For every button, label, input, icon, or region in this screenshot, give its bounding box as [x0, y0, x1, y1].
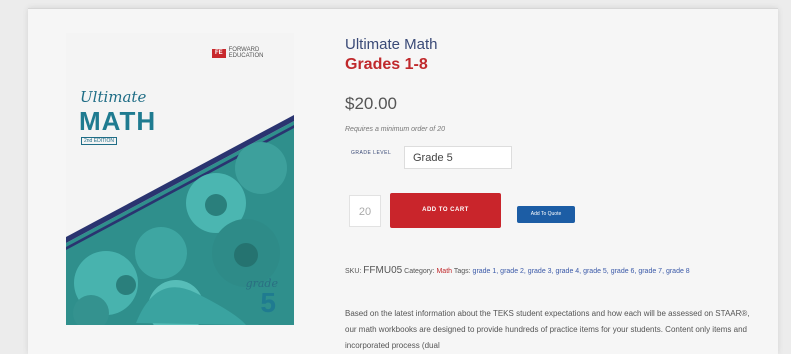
sku-value: FFMU05: [363, 265, 403, 276]
add-to-quote-button[interactable]: Add To Quote: [517, 206, 575, 223]
publisher-logo: FE FORWARD EDUCATION: [212, 47, 294, 59]
product-price: $20.00: [345, 94, 397, 113]
category-label: Category:: [404, 268, 435, 275]
grade-level-label: GRADE LEVEL: [351, 150, 392, 156]
cover-math-text: MATH: [79, 106, 157, 136]
product-subtitle: Grades 1-8: [345, 56, 428, 73]
cover-grade-number: 5: [260, 287, 276, 318]
tags-label: Tags:: [453, 268, 471, 275]
cover-ultimate-text: Ultimate: [80, 88, 147, 106]
product-title: Ultimate Math: [345, 36, 438, 53]
sku-label: SKU:: [345, 268, 362, 275]
product-meta: SKU: FFMU05 Category: Math Tags: grade 1…: [345, 265, 760, 278]
publisher-logo-mark: FE: [212, 48, 226, 58]
tags-links[interactable]: grade 1, grade 2, grade 3, grade 4, grad…: [473, 268, 690, 275]
publisher-name: FORWARD EDUCATION: [228, 47, 264, 59]
add-to-cart-button[interactable]: ADD TO CART: [390, 193, 501, 228]
grade-level-select[interactable]: Grade 5: [404, 146, 512, 169]
category-link[interactable]: Math: [436, 268, 452, 275]
book-cover-image[interactable]: FE FORWARD EDUCATION Ultimate MATH 2nd E…: [66, 33, 294, 325]
cover-edition-badge: 2nd EDITION: [81, 137, 118, 145]
minimum-order-note: Requires a minimum order of 20: [345, 126, 445, 133]
product-description: Based on the latest information about th…: [345, 309, 750, 350]
quantity-input[interactable]: 20: [349, 195, 381, 227]
